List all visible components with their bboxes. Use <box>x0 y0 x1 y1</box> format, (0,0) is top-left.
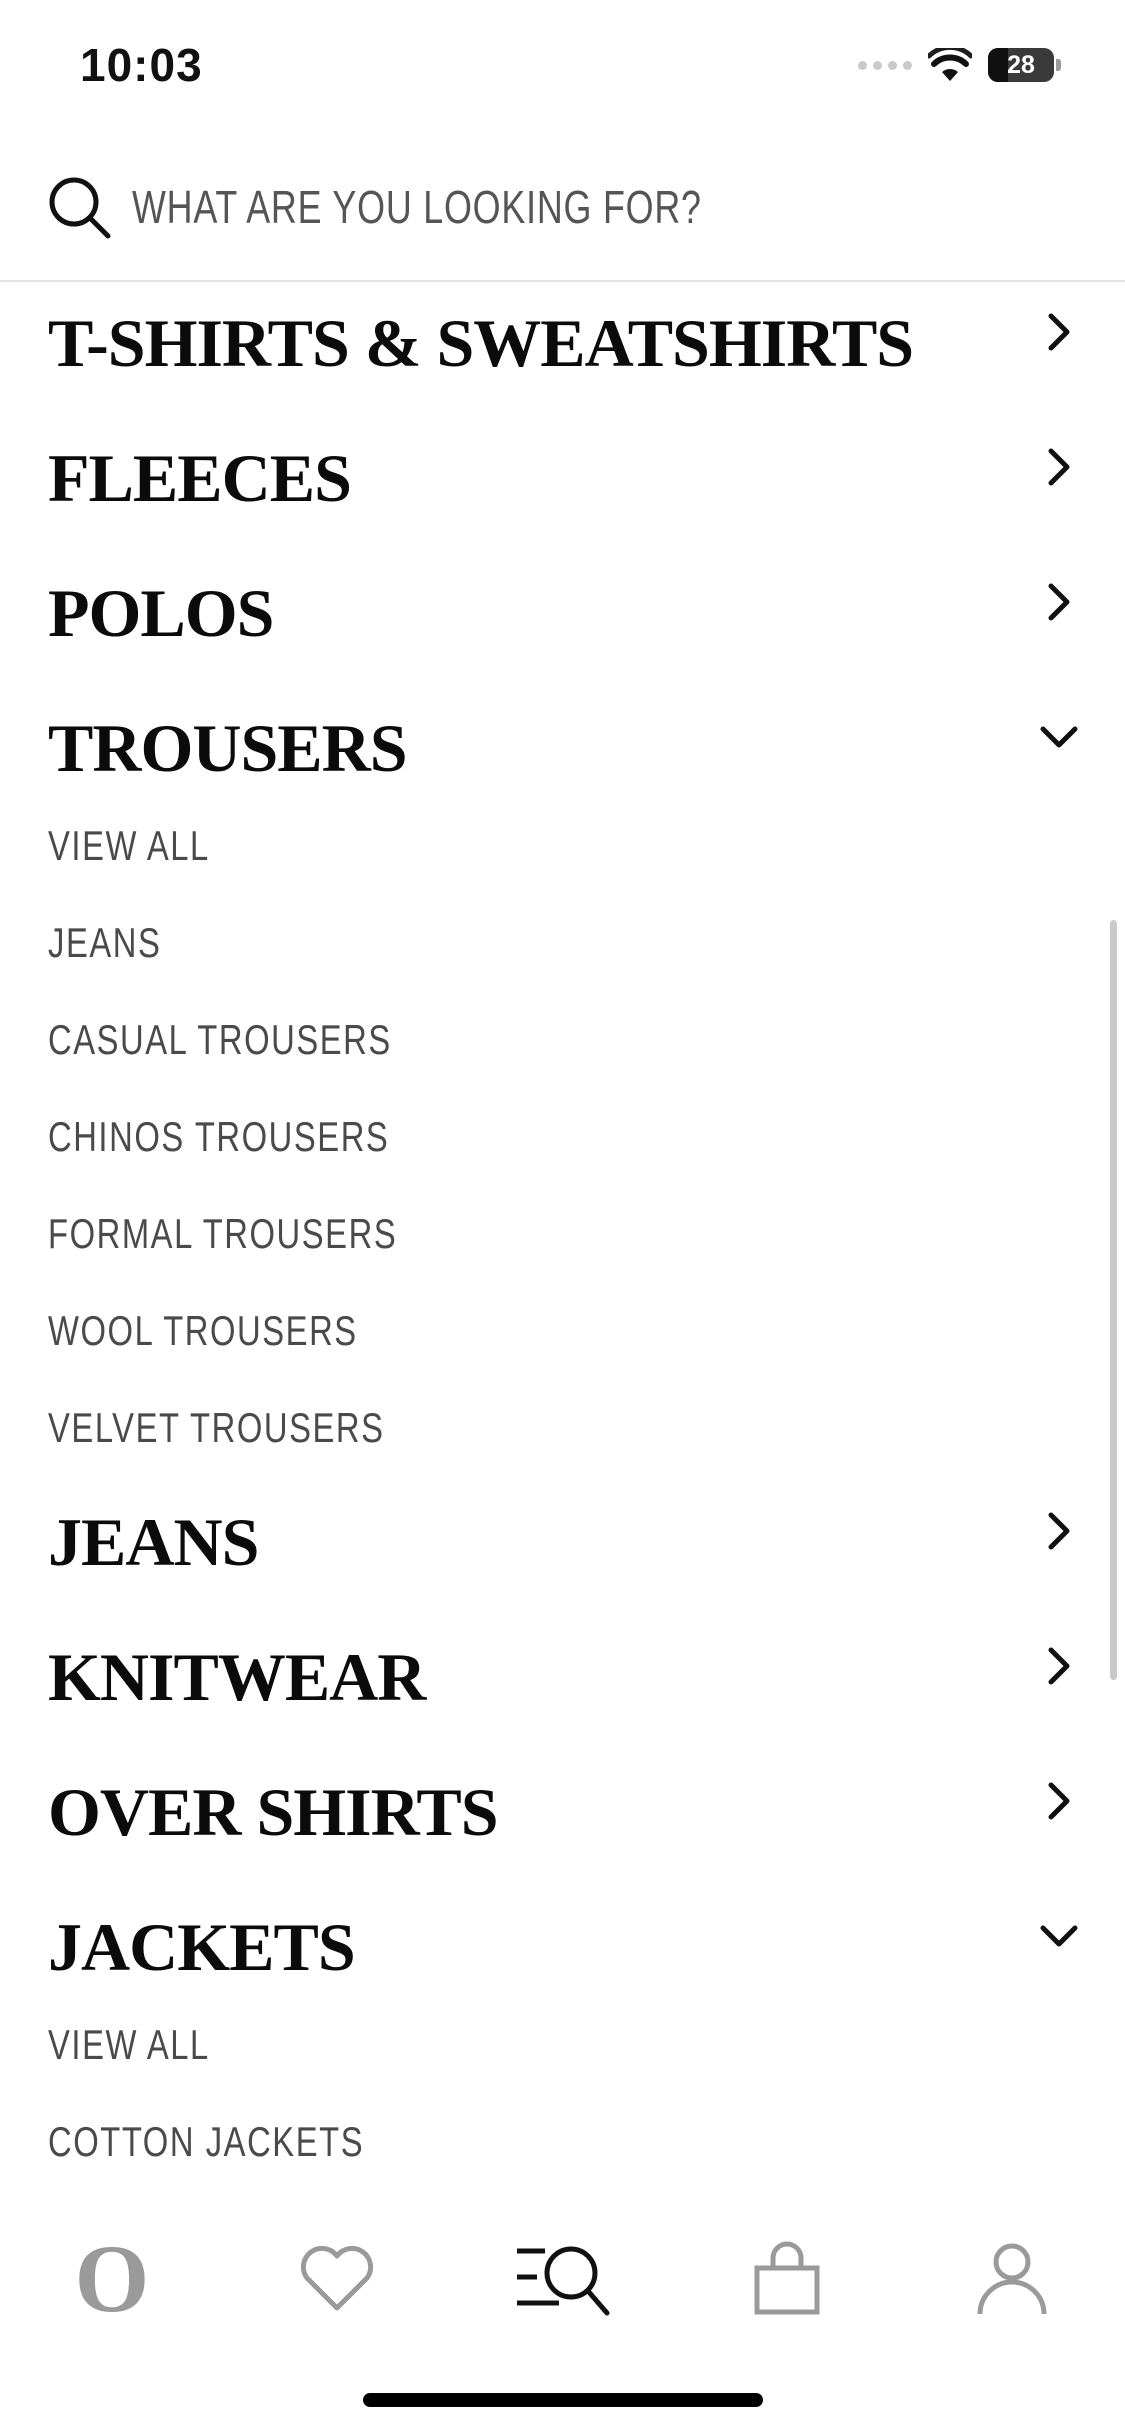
search-icon[interactable] <box>46 174 112 240</box>
subcategory-label: VELVET TROUSERS <box>48 1404 385 1451</box>
tab-bag[interactable] <box>727 2218 847 2338</box>
status-icons: 28 <box>858 48 1061 82</box>
bag-icon <box>754 2241 820 2315</box>
category-fleeces[interactable]: FLEECES <box>0 417 1125 552</box>
subcategory-label: WOOL TROUSERS <box>48 1307 358 1354</box>
category-label: T-SHIRTS & SWEATSHIRTS <box>48 305 914 381</box>
chevron-right-icon <box>1048 583 1070 621</box>
subcategory-label: CASUAL TROUSERS <box>48 1016 392 1063</box>
category-knitwear[interactable]: KNITWEAR <box>0 1616 1125 1751</box>
category-label: KNITWEAR <box>48 1639 426 1715</box>
heart-icon <box>300 2245 374 2311</box>
svg-text:O: O <box>75 2233 150 2323</box>
category-polos[interactable]: POLOS <box>0 552 1125 687</box>
subcategory-casual-trousers[interactable]: CASUAL TROUSERS <box>0 996 1125 1093</box>
battery-icon: 28 <box>988 48 1054 82</box>
status-bar: 10:03 28 <box>0 0 1125 140</box>
wifi-icon <box>928 48 972 81</box>
subcategory-label: VIEW ALL <box>48 822 210 869</box>
bottom-tab-bar: O <box>0 2210 1125 2360</box>
subcategory-cotton-jackets[interactable]: COTTON JACKETS <box>0 2098 1125 2195</box>
category-label: JACKETS <box>48 1909 356 1985</box>
chevron-right-icon <box>1048 1512 1070 1550</box>
search-bar[interactable]: WHAT ARE YOU LOOKING FOR? <box>0 140 1125 282</box>
category-label: JEANS <box>48 1504 259 1580</box>
category-over-shirts[interactable]: OVER SHIRTS <box>0 1751 1125 1886</box>
subcategory-chinos-trousers[interactable]: CHINOS TROUSERS <box>0 1093 1125 1190</box>
category-t-shirts-sweatshirts[interactable]: T-SHIRTS & SWEATSHIRTS <box>0 282 1125 417</box>
scrollbar[interactable] <box>1110 920 1117 1680</box>
subcategory-jeans[interactable]: JEANS <box>0 899 1125 996</box>
tab-wishlist[interactable] <box>277 2218 397 2338</box>
chevron-down-icon <box>1040 1925 1078 1947</box>
user-icon <box>977 2243 1047 2315</box>
category-label: TROUSERS <box>48 710 408 786</box>
category-menu: T-SHIRTS & SWEATSHIRTS FLEECES POLOS TRO… <box>0 282 1125 2210</box>
category-label: FLEECES <box>48 440 352 516</box>
category-label: POLOS <box>48 575 274 651</box>
battery-level: 28 <box>1007 50 1035 79</box>
subcategory-label: VIEW ALL <box>48 2021 210 2068</box>
chevron-down-icon <box>1040 726 1078 748</box>
menu-search-icon <box>517 2246 610 2316</box>
brand-logo-icon: O <box>75 2233 150 2323</box>
subcategory-trousers-view-all[interactable]: VIEW ALL <box>0 802 1125 899</box>
subcategory-label: CHINOS TROUSERS <box>48 1113 390 1160</box>
subcategory-label: COTTON JACKETS <box>48 2118 365 2165</box>
subcategory-jackets-view-all[interactable]: VIEW ALL <box>0 2001 1125 2098</box>
subcategory-label: JEANS <box>48 919 162 966</box>
category-jackets[interactable]: JACKETS <box>0 1886 1125 2001</box>
category-trousers[interactable]: TROUSERS <box>0 687 1125 802</box>
category-jeans[interactable]: JEANS <box>0 1481 1125 1616</box>
subcategory-formal-trousers[interactable]: FORMAL TROUSERS <box>0 1190 1125 1287</box>
tab-home[interactable]: O <box>52 2218 172 2338</box>
search-input[interactable]: WHAT ARE YOU LOOKING FOR? <box>132 180 702 234</box>
cellular-signal-icon <box>858 60 912 70</box>
home-indicator[interactable] <box>363 2393 763 2407</box>
chevron-right-icon <box>1048 448 1070 486</box>
chevron-right-icon <box>1048 1647 1070 1685</box>
tab-browse[interactable] <box>502 2218 622 2338</box>
subcategory-velvet-trousers[interactable]: VELVET TROUSERS <box>0 1384 1125 1481</box>
category-label: OVER SHIRTS <box>48 1774 499 1850</box>
status-time: 10:03 <box>80 39 203 91</box>
tab-account[interactable] <box>952 2218 1072 2338</box>
subcategory-label: FORMAL TROUSERS <box>48 1210 398 1257</box>
chevron-right-icon <box>1048 1782 1070 1820</box>
subcategory-wool-trousers[interactable]: WOOL TROUSERS <box>0 1287 1125 1384</box>
chevron-right-icon <box>1048 313 1070 351</box>
